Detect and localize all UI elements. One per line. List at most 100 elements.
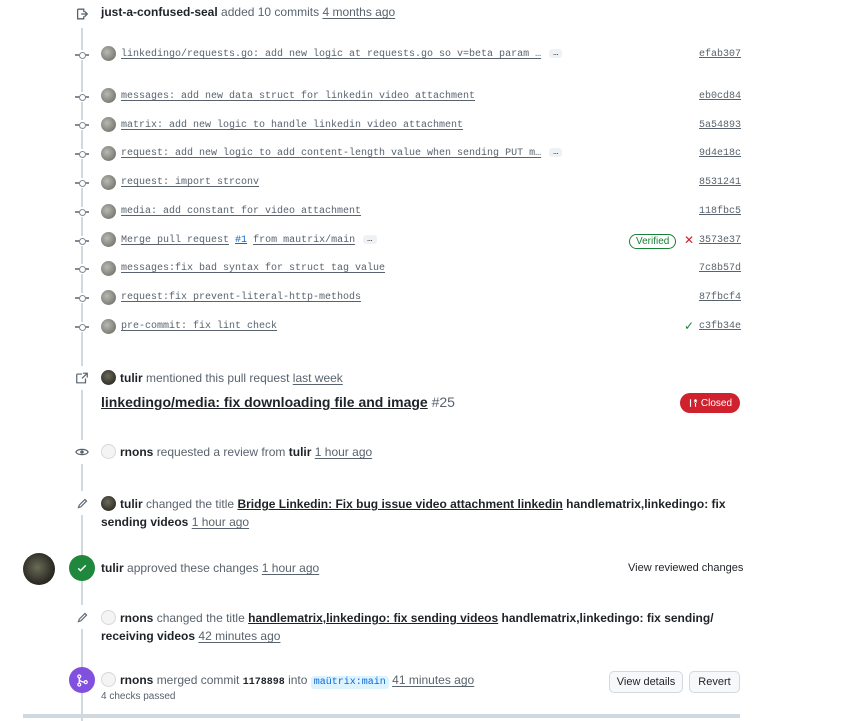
avatar[interactable] <box>101 672 116 687</box>
commit-row: Merge pull request #1 from mautrix/main … <box>121 235 377 246</box>
old-title: Bridge Linkedin: Fix bug issue video att… <box>237 497 563 511</box>
pencil-icon <box>70 605 94 629</box>
expand-commit-button[interactable]: … <box>363 235 377 244</box>
merge-text: merged commit <box>156 673 240 687</box>
commit-sha[interactable]: 3573e37 <box>699 235 741 246</box>
rename-user[interactable]: rnons <box>120 611 153 625</box>
push-user[interactable]: just-a-confused-seal <box>101 5 218 19</box>
review-request-user[interactable]: rnons <box>120 445 153 459</box>
review-request-time[interactable]: 1 hour ago <box>315 445 372 459</box>
commit-row: messages:fix bad syntax for struct tag v… <box>121 263 385 274</box>
merge-commit-sha[interactable]: 1178898 <box>243 677 285 688</box>
old-title: handlematrix,linkedingo: fix sending vid… <box>248 611 499 625</box>
commit-message[interactable]: request:fix prevent-literal-http-methods <box>121 292 361 303</box>
commit-sha[interactable]: 9d4e18c <box>699 148 741 159</box>
commit-author-avatar[interactable] <box>101 88 116 103</box>
approval-text: approved these changes <box>127 561 259 575</box>
check-circle-icon <box>69 555 95 581</box>
avatar[interactable] <box>101 370 116 385</box>
commit-sha[interactable]: 5a54893 <box>699 120 741 131</box>
commit-message[interactable]: Merge pull request <box>121 235 229 246</box>
commit-message[interactable]: request: add new logic to add content-le… <box>121 148 541 159</box>
check-icon[interactable]: ✓ <box>684 319 694 333</box>
repo-push-icon <box>70 2 94 26</box>
view-reviewed-changes-link[interactable]: View reviewed changes <box>628 562 743 574</box>
mention-user[interactable]: tulir <box>120 371 143 385</box>
title-change-event: rnons changed the title handlematrix,lin… <box>101 609 731 645</box>
rename-time[interactable]: 42 minutes ago <box>198 629 280 643</box>
avatar[interactable] <box>101 610 116 625</box>
commit-author-avatar[interactable] <box>101 232 116 247</box>
commit-row: media: add constant for video attachment <box>121 206 361 217</box>
rename-user[interactable]: tulir <box>120 497 143 511</box>
mention-text: mentioned this pull request <box>146 371 290 385</box>
expand-commit-button[interactable]: … <box>549 148 563 157</box>
push-time[interactable]: 4 months ago <box>322 5 395 19</box>
commit-sha[interactable]: 7c8b57d <box>699 263 741 274</box>
merge-time[interactable]: 41 minutes ago <box>392 673 474 687</box>
commit-row: pre-commit: fix lint check <box>121 321 277 332</box>
approval-event: tulir approved these changes 1 hour ago <box>101 561 319 575</box>
new-title-continued: sending videos <box>101 515 189 529</box>
commit-message[interactable]: media: add constant for video attachment <box>121 206 361 217</box>
commit-message[interactable]: messages:fix bad syntax for struct tag v… <box>121 263 385 274</box>
commit-icon <box>75 50 89 60</box>
new-title-continued: receiving videos <box>101 629 196 643</box>
view-details-button[interactable]: View details <box>609 671 683 693</box>
commit-sha[interactable]: 87fbcf4 <box>699 292 741 303</box>
commit-row: request:fix prevent-literal-http-methods <box>121 292 361 303</box>
commit-author-avatar[interactable] <box>101 261 116 276</box>
commit-sha[interactable]: c3fb34e <box>699 321 741 332</box>
merge-user[interactable]: rnons <box>120 673 153 687</box>
reviewer-avatar[interactable] <box>23 553 55 585</box>
commit-author-avatar[interactable] <box>101 46 116 61</box>
closed-label: Closed <box>700 397 733 409</box>
x-icon[interactable]: ✕ <box>684 233 694 247</box>
commit-icon <box>75 293 89 303</box>
commit-message[interactable]: matrix: add new logic to handle linkedin… <box>121 120 463 131</box>
title-change-event: tulir changed the title Bridge Linkedin:… <box>101 495 731 531</box>
commit-author-avatar[interactable] <box>101 117 116 132</box>
commit-icon <box>75 178 89 188</box>
revert-button[interactable]: Revert <box>689 671 740 693</box>
avatar[interactable] <box>101 444 116 459</box>
commit-icon <box>75 322 89 332</box>
commit-sha[interactable]: 118fbc5 <box>699 206 741 217</box>
approval-time[interactable]: 1 hour ago <box>262 561 319 575</box>
review-request-event: rnons requested a review from tulir 1 ho… <box>101 444 372 459</box>
commit-icon <box>75 236 89 246</box>
approval-user[interactable]: tulir <box>101 561 124 575</box>
review-request-target[interactable]: tulir <box>289 445 312 459</box>
commit-row: request: add new logic to add content-le… <box>121 148 563 159</box>
commit-author-avatar[interactable] <box>101 175 116 190</box>
commit-author-avatar[interactable] <box>101 319 116 334</box>
referenced-pr-number[interactable]: #25 <box>432 394 455 410</box>
commit-message-suffix[interactable]: from mautrix/main <box>253 235 355 246</box>
commit-row: messages: add new data struct for linked… <box>121 91 475 102</box>
commit-author-avatar[interactable] <box>101 290 116 305</box>
push-text: added 10 commits <box>221 5 320 19</box>
commit-message[interactable]: messages: add new data struct for linked… <box>121 91 475 102</box>
verified-badge[interactable]: Verified <box>629 234 677 249</box>
base-branch[interactable]: maütrix:main <box>310 676 389 689</box>
rename-time[interactable]: 1 hour ago <box>192 515 249 529</box>
commit-sha[interactable]: eb0cd84 <box>699 91 741 102</box>
commit-icon <box>75 149 89 159</box>
referenced-pr-title[interactable]: linkedingo/media: fix downloading file a… <box>101 394 428 410</box>
rename-text: changed the title <box>156 611 245 625</box>
commit-sha[interactable]: 8531241 <box>699 177 741 188</box>
commit-sha[interactable]: efab307 <box>699 49 741 60</box>
cross-reference-icon <box>70 366 94 390</box>
commit-icon <box>75 92 89 102</box>
commit-author-avatar[interactable] <box>101 146 116 161</box>
commit-message[interactable]: linkedingo/requests.go: add new logic at… <box>121 49 541 60</box>
mention-time[interactable]: last week <box>293 371 343 385</box>
commit-message[interactable]: pre-commit: fix lint check <box>121 321 277 332</box>
checks-summary: 4 checks passed <box>101 691 176 702</box>
commit-author-avatar[interactable] <box>101 204 116 219</box>
commit-message[interactable]: request: import strconv <box>121 177 259 188</box>
expand-commit-button[interactable]: … <box>549 49 563 58</box>
mention-event: tulir mentioned this pull request last w… <box>101 370 343 385</box>
avatar[interactable] <box>101 496 116 511</box>
pull-request-link[interactable]: #1 <box>235 235 247 246</box>
